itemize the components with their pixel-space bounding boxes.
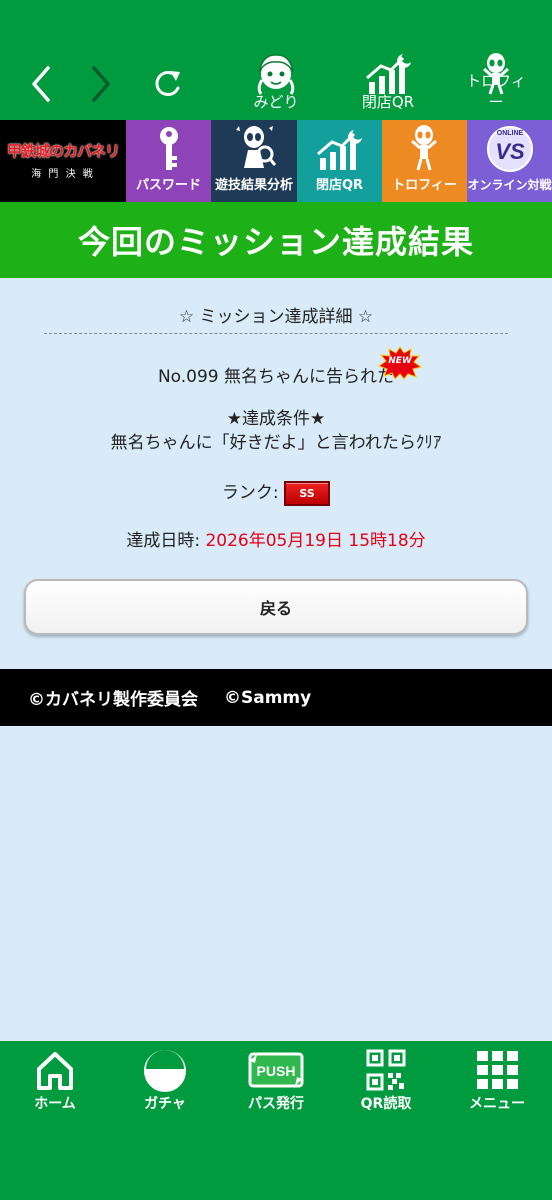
game-logo-subtitle: 海 門 決 戦 xyxy=(31,169,95,180)
dashed-divider xyxy=(44,333,508,334)
back-button[interactable]: 戻る xyxy=(24,579,528,635)
copyright-sammy: ©Sammy xyxy=(224,687,312,708)
rank-label: ランク: xyxy=(221,483,279,503)
svg-text:ONLINE: ONLINE xyxy=(497,130,524,137)
tile-password[interactable]: パスワード xyxy=(126,120,211,202)
nav-gacha-label: ガチャ xyxy=(144,1096,186,1112)
nav-menu-label: メニュー xyxy=(469,1096,525,1112)
tile-result-analysis[interactable]: 遊技結果分析 xyxy=(211,120,297,202)
nav-midori-label: みどり xyxy=(253,93,299,111)
rank-badge: SS xyxy=(284,480,331,506)
nav-qr-read[interactable]: QR読取 xyxy=(331,1041,441,1121)
condition-text: 無名ちゃんに「好きだよ」と言われたらｸﾘｱ xyxy=(110,433,442,453)
nav-midori[interactable]: みどり xyxy=(243,50,309,116)
key-icon xyxy=(160,127,178,170)
nav-closing-qr-label: 閉店QR xyxy=(361,93,415,111)
svg-text:PUSH: PUSH xyxy=(257,1063,296,1079)
vs-icon: ONLINE VS xyxy=(487,126,533,172)
nav-home[interactable]: ホーム xyxy=(0,1041,110,1121)
bottom-nav: ホーム ガチャ PUSH パス発行 QR読取 メニュー xyxy=(0,1041,552,1200)
forward-arrow-icon[interactable] xyxy=(88,64,114,104)
tile-trophy-label: トロフィー xyxy=(392,178,457,193)
nav-closing-qr[interactable]: 閉店QR xyxy=(355,50,421,116)
reload-icon[interactable] xyxy=(150,66,184,102)
nav-trophy[interactable]: トロフィー xyxy=(460,50,532,116)
push-icon: PUSH xyxy=(248,1052,304,1088)
mission-name-row: No.099 無名ちゃんに告られた xyxy=(0,362,552,387)
condition-heading: ★達成条件★ xyxy=(226,409,326,429)
nav-gacha[interactable]: ガチャ xyxy=(110,1041,220,1121)
achieved-date-row: 達成日時: 2026年05月19日 15時18分 xyxy=(0,526,552,551)
achieved-date-label: 達成日時: xyxy=(126,531,201,551)
tile-online-battle[interactable]: ONLINE VS オンライン対戦 xyxy=(467,120,552,202)
top-toolbar: みどり 閉店QR トロフィー xyxy=(0,0,552,120)
nav-menu[interactable]: メニュー xyxy=(442,1041,552,1121)
tile-result-analysis-label: 遊技結果分析 xyxy=(214,178,293,193)
tile-trophy[interactable]: トロフィー xyxy=(382,120,467,202)
section-title: ☆ ミッション達成詳細 ☆ xyxy=(178,307,374,327)
analysis-alien-icon xyxy=(236,126,277,168)
qr-code-icon xyxy=(366,1049,406,1091)
tile-game-logo[interactable]: 甲鉄城のカバネリ 海 門 決 戦 xyxy=(0,120,126,202)
menu-tiles: 甲鉄城のカバネリ 海 門 決 戦 パスワード 遊技結果分析 閉店QR トロフィー… xyxy=(0,120,552,202)
nav-home-label: ホーム xyxy=(34,1096,76,1112)
home-icon xyxy=(37,1052,73,1090)
closing-qr-tile-icon xyxy=(317,130,362,170)
game-logo: 甲鉄城のカバネリ 海 門 決 戦 xyxy=(0,140,126,180)
tile-closing-qr[interactable]: 閉店QR xyxy=(297,120,382,202)
game-logo-title: 甲鉄城のカバネリ xyxy=(6,142,120,160)
achieved-date-value: 2026年05月19日 15時18分 xyxy=(205,531,426,551)
page-title: 今回のミッション達成結果 xyxy=(0,202,552,278)
nav-qr-read-label: QR読取 xyxy=(360,1096,412,1112)
nav-pass-issue[interactable]: PUSH パス発行 xyxy=(221,1041,331,1121)
new-badge-text: NEW xyxy=(388,356,412,366)
trophy-tile-icon xyxy=(411,125,437,171)
svg-text:VS: VS xyxy=(495,139,525,164)
closing-qr-icon xyxy=(366,54,411,94)
back-arrow-icon[interactable] xyxy=(28,64,54,104)
copyright-kabaneri: ©カバネリ製作委員会 xyxy=(28,690,198,710)
menu-grid-icon xyxy=(477,1051,518,1089)
nav-pass-issue-label: パス発行 xyxy=(248,1096,304,1112)
gacha-icon xyxy=(144,1050,186,1092)
rank-row: ランク: SS xyxy=(0,478,552,506)
tile-password-label: パスワード xyxy=(135,178,201,193)
nav-trophy-label: トロフィー xyxy=(466,72,526,111)
midori-icon xyxy=(257,54,295,95)
new-badge: NEW xyxy=(377,346,423,380)
copyright-bar: ©カバネリ製作委員会 ©Sammy xyxy=(0,669,552,726)
mission-name: No.099 無名ちゃんに告られた xyxy=(157,367,395,387)
tile-online-battle-label: オンライン対戦 xyxy=(467,178,552,192)
tile-closing-qr-label: 閉店QR xyxy=(315,178,364,193)
